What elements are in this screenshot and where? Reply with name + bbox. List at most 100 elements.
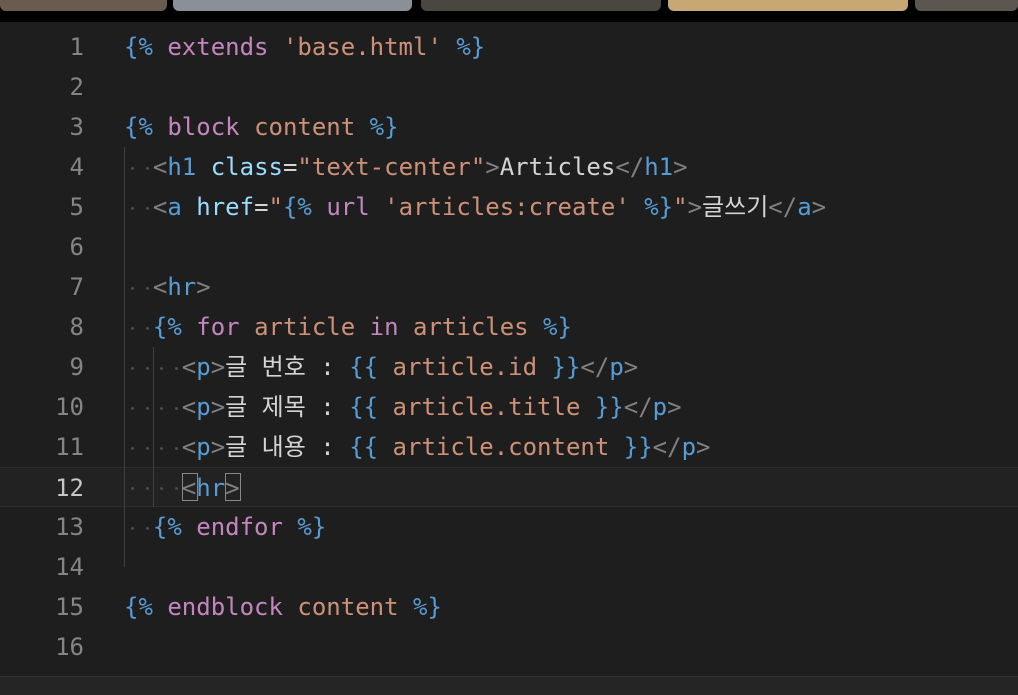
code-line[interactable]: 6 [0, 227, 1018, 267]
code-token: content [254, 113, 356, 141]
indent-guide-block [124, 147, 125, 567]
code-text[interactable]: {% endblock content %} [124, 587, 442, 627]
code-token: < [181, 433, 197, 461]
code-token: " [268, 193, 283, 221]
code-line[interactable]: 1 {% extends 'base.html' %} [0, 27, 1018, 67]
code-token: {{ [349, 393, 379, 421]
code-token: {% [152, 513, 182, 541]
code-text[interactable]: <hr> [124, 267, 211, 307]
line-number: 6 [69, 233, 84, 261]
code-line[interactable]: 2 [0, 67, 1018, 107]
code-token: > [210, 353, 226, 381]
code-token: p [681, 433, 697, 461]
code-text[interactable]: <h1 class="text-center">Articles</h1> [124, 147, 688, 187]
code-text[interactable]: <p>글 제목 : {{ article.title }}</p> [124, 387, 682, 427]
code-text[interactable]: {% block content %} [124, 107, 399, 147]
whitespace-dot [131, 527, 134, 530]
meeting-thumbnail-3[interactable] [421, 0, 661, 11]
code-line[interactable]: 14 [0, 547, 1018, 587]
code-token: %} [398, 593, 442, 621]
code-editor[interactable]: 1 {% extends 'base.html' %} 2 3 {% block con… [0, 22, 1018, 676]
code-token: href [196, 193, 255, 221]
code-token: hr [167, 273, 197, 301]
code-token: < [181, 393, 197, 421]
code-token: 'articles:create' [384, 193, 630, 221]
whitespace-dot [145, 167, 149, 170]
meeting-thumbnail-4[interactable] [668, 0, 908, 11]
whitespace-dot [131, 487, 134, 490]
code-token: article.content [378, 433, 624, 461]
code-token: p [652, 393, 668, 421]
code-token: article.title [378, 393, 595, 421]
horizontal-scrollbar[interactable] [0, 676, 1018, 695]
code-token: 글 번호 : [225, 353, 350, 381]
whitespace-dot [131, 207, 134, 210]
code-token: content [297, 593, 399, 621]
code-token: < [181, 353, 197, 381]
code-token: {% [124, 593, 153, 621]
code-token: > [696, 433, 711, 461]
whitespace-dot [160, 367, 163, 370]
code-token: class [210, 153, 283, 181]
code-token: " [673, 193, 688, 221]
code-token: h1 [167, 153, 197, 181]
code-line[interactable]: 8 {% for article in articles %} [0, 307, 1018, 347]
whitespace-dot [174, 487, 178, 490]
meeting-thumbnail-1[interactable] [0, 0, 167, 11]
code-token: a [797, 193, 812, 221]
code-token: article [254, 313, 356, 341]
whitespace-dot [174, 367, 178, 370]
code-token: > [210, 433, 226, 461]
code-token: p [196, 353, 211, 381]
whitespace-dot [174, 407, 178, 410]
meeting-thumbnail-2[interactable] [173, 0, 412, 11]
code-token: h1 [644, 153, 674, 181]
meeting-thumbnail-5[interactable] [915, 0, 1018, 11]
line-number: 9 [69, 353, 84, 381]
line-number: 12 [55, 474, 84, 502]
code-text[interactable]: <p>글 내용 : {{ article.content }}</p> [124, 427, 711, 467]
code-token: </ [615, 153, 645, 181]
code-token: < [152, 193, 168, 221]
code-token: = [254, 193, 269, 221]
code-token: block [152, 113, 255, 141]
code-token: "text-center" [297, 153, 486, 181]
code-token: endblock [152, 593, 298, 621]
code-token: %} [355, 113, 399, 141]
code-line[interactable]: 5 <a href="{% url 'articles:create' %}">… [0, 187, 1018, 227]
code-token: > [673, 153, 688, 181]
code-token: </ [580, 353, 610, 381]
code-line[interactable]: 16 [0, 627, 1018, 667]
line-number: 1 [69, 33, 84, 61]
code-text[interactable]: {% extends 'base.html' %} [124, 27, 485, 67]
whitespace-dot [160, 407, 163, 410]
code-token: }} [623, 433, 653, 461]
code-token: }} [594, 393, 624, 421]
code-text[interactable]: <p>글 번호 : {{ article.id }}</p> [124, 347, 638, 387]
whitespace-dot [145, 327, 149, 330]
whitespace-dot [131, 327, 134, 330]
code-line[interactable]: 3 {% block content %} [0, 107, 1018, 147]
whitespace-dot [145, 487, 149, 490]
code-token: Articles [499, 153, 616, 181]
code-token: extends [152, 33, 283, 61]
code-text[interactable]: <a href="{% url 'articles:create' %}">글쓰… [124, 187, 826, 227]
code-token: > [485, 153, 500, 181]
whitespace-dot [145, 447, 149, 450]
code-line[interactable]: 7 <hr> [0, 267, 1018, 307]
whitespace-dot [131, 167, 134, 170]
code-token: p [196, 393, 211, 421]
code-line[interactable]: 4 <h1 class="text-center">Articles</h1> [0, 147, 1018, 187]
code-line[interactable]: 15 {% endblock content %} [0, 587, 1018, 627]
code-token: {{ [349, 353, 379, 381]
code-token: in [355, 313, 414, 341]
code-text[interactable]: {% endfor %} [124, 507, 326, 547]
code-line[interactable]: 13 {% endfor %} [0, 507, 1018, 547]
code-token: > [667, 393, 682, 421]
code-text[interactable]: {% for article in articles %} [124, 307, 572, 347]
code-token: {% [124, 33, 153, 61]
